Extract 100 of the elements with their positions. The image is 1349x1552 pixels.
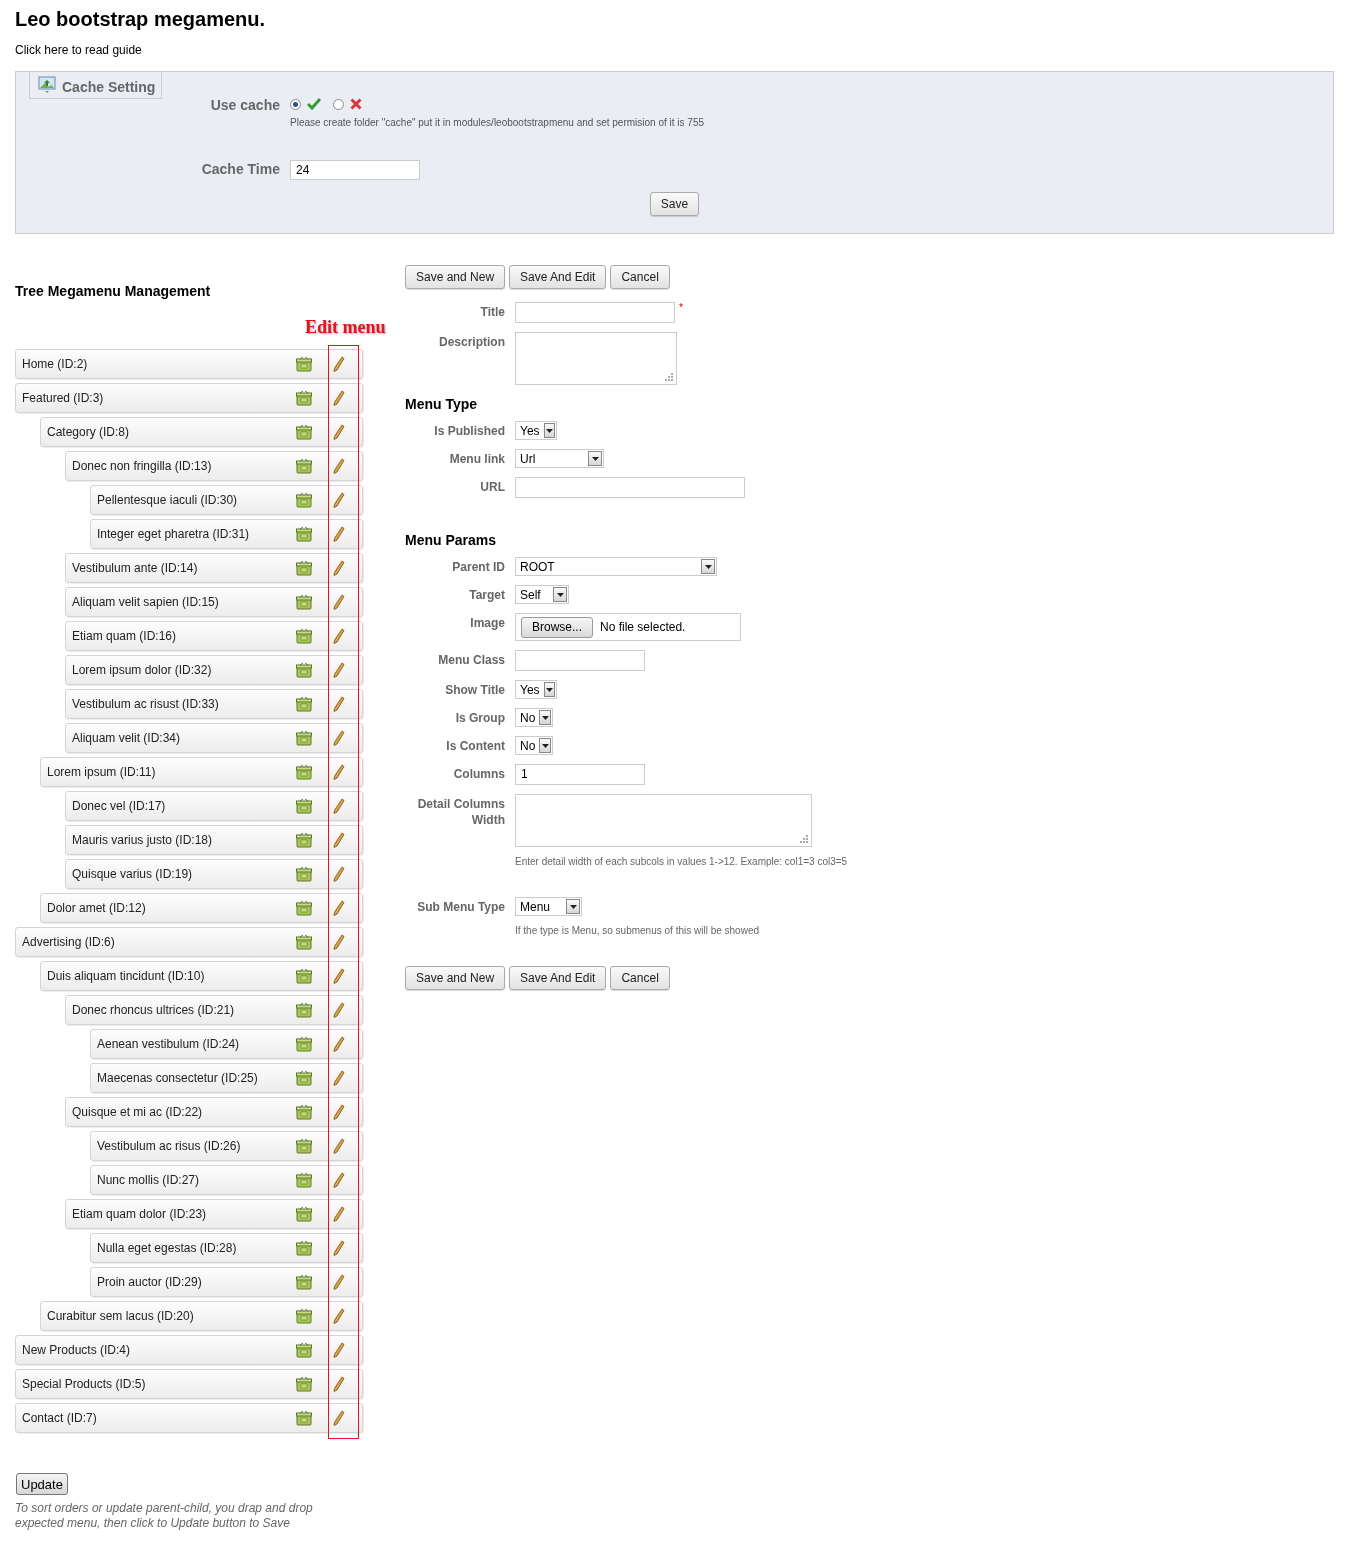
pencil-icon[interactable] [333,1376,345,1392]
pencil-icon[interactable] [333,1172,345,1188]
resize-grip-icon[interactable] [800,835,808,843]
pencil-icon[interactable] [333,1138,345,1154]
menu-item[interactable]: Quisque varius (ID:19) [65,859,363,889]
text-field[interactable]: 1 [515,764,645,785]
dropdown[interactable]: No [515,736,553,755]
box-icon[interactable] [296,1172,312,1188]
box-icon[interactable] [296,662,312,678]
menu-item[interactable]: Vestibulum ac risust (ID:33) [65,689,363,719]
dropdown[interactable]: No [515,708,553,727]
menu-item[interactable]: Home (ID:2) [15,349,363,379]
box-icon[interactable] [296,560,312,576]
menu-item[interactable]: Donec non fringilla (ID:13) [65,451,363,481]
menu-item[interactable]: Nulla eget egestas (ID:28) [90,1233,363,1263]
menu-item[interactable]: Dolor amet (ID:12) [40,893,363,923]
cache-time-field[interactable]: 24 [290,160,420,180]
menu-item[interactable]: Advertising (ID:6) [15,927,363,957]
pencil-icon[interactable] [333,1410,345,1426]
box-icon[interactable] [296,1410,312,1426]
pencil-icon[interactable] [333,1274,345,1290]
pencil-icon[interactable] [333,798,345,814]
pencil-icon[interactable] [333,526,345,542]
box-icon[interactable] [296,832,312,848]
box-icon[interactable] [296,1138,312,1154]
menu-item[interactable]: Etiam quam dolor (ID:23) [65,1199,363,1229]
box-icon[interactable] [296,1376,312,1392]
text-field[interactable] [515,302,675,323]
dropdown[interactable]: Menu [515,897,582,916]
pencil-icon[interactable] [333,968,345,984]
dropdown[interactable]: Self [515,585,569,604]
box-icon[interactable] [296,730,312,746]
text-field[interactable] [515,650,645,671]
box-icon[interactable] [296,764,312,780]
box-icon[interactable] [296,424,312,440]
pencil-icon[interactable] [333,1104,345,1120]
pencil-icon[interactable] [333,1002,345,1018]
dropdown[interactable]: Yes [515,421,557,440]
menu-item[interactable]: Contact (ID:7) [15,1403,363,1433]
box-icon[interactable] [296,458,312,474]
box-icon[interactable] [296,934,312,950]
pencil-icon[interactable] [333,934,345,950]
box-icon[interactable] [296,628,312,644]
action-button[interactable]: Save and New [405,966,506,990]
action-button[interactable]: Cancel [610,265,670,289]
box-icon[interactable] [296,356,312,372]
menu-item[interactable]: Lorem ipsum (ID:11) [40,757,363,787]
box-icon[interactable] [296,1342,312,1358]
dropdown[interactable]: Yes [515,680,557,699]
pencil-icon[interactable] [333,866,345,882]
pencil-icon[interactable] [333,662,345,678]
box-icon[interactable] [296,390,312,406]
guide-link[interactable]: Click here to read guide [15,43,142,57]
menu-item[interactable]: Maecenas consectetur (ID:25) [90,1063,363,1093]
box-icon[interactable] [296,594,312,610]
menu-item[interactable]: Aenean vestibulum (ID:24) [90,1029,363,1059]
box-icon[interactable] [296,1002,312,1018]
menu-item[interactable]: Vestibulum ac risus (ID:26) [90,1131,363,1161]
dropdown[interactable]: Url [515,449,604,468]
radio-button[interactable] [290,98,301,110]
pencil-icon[interactable] [333,764,345,780]
pencil-icon[interactable] [333,492,345,508]
pencil-icon[interactable] [333,458,345,474]
menu-item[interactable]: Aliquam velit sapien (ID:15) [65,587,363,617]
box-icon[interactable] [296,1308,312,1324]
menu-item[interactable]: Donec vel (ID:17) [65,791,363,821]
box-icon[interactable] [296,1274,312,1290]
radio-button[interactable] [333,98,344,110]
menu-item[interactable]: Proin auctor (ID:29) [90,1267,363,1297]
box-icon[interactable] [296,526,312,542]
menu-item[interactable]: Quisque et mi ac (ID:22) [65,1097,363,1127]
menu-item[interactable]: Etiam quam (ID:16) [65,621,363,651]
menu-item[interactable]: Featured (ID:3) [15,383,363,413]
box-icon[interactable] [296,696,312,712]
pencil-icon[interactable] [333,730,345,746]
box-icon[interactable] [296,900,312,916]
action-button[interactable]: Save And Edit [509,265,607,289]
menu-item[interactable]: Curabitur sem lacus (ID:20) [40,1301,363,1331]
menu-item[interactable]: Mauris varius justo (ID:18) [65,825,363,855]
menu-item[interactable]: Duis aliquam tincidunt (ID:10) [40,961,363,991]
pencil-icon[interactable] [333,832,345,848]
browse-button[interactable]: Browse... [521,616,593,638]
box-icon[interactable] [296,1036,312,1052]
pencil-icon[interactable] [333,1070,345,1086]
menu-item[interactable]: Lorem ipsum dolor (ID:32) [65,655,363,685]
pencil-icon[interactable] [333,1036,345,1052]
menu-item[interactable]: Special Products (ID:5) [15,1369,363,1399]
menu-item[interactable]: Donec rhoncus ultrices (ID:21) [65,995,363,1025]
pencil-icon[interactable] [333,696,345,712]
pencil-icon[interactable] [333,1240,345,1256]
update-button[interactable]: Update [16,1473,68,1495]
menu-item[interactable]: Category (ID:8) [40,417,363,447]
pencil-icon[interactable] [333,1206,345,1222]
box-icon[interactable] [296,968,312,984]
box-icon[interactable] [296,492,312,508]
pencil-icon[interactable] [333,390,345,406]
menu-item[interactable]: Aliquam velit (ID:34) [65,723,363,753]
box-icon[interactable] [296,1206,312,1222]
action-button[interactable]: Save And Edit [509,966,607,990]
text-field[interactable] [515,477,745,498]
